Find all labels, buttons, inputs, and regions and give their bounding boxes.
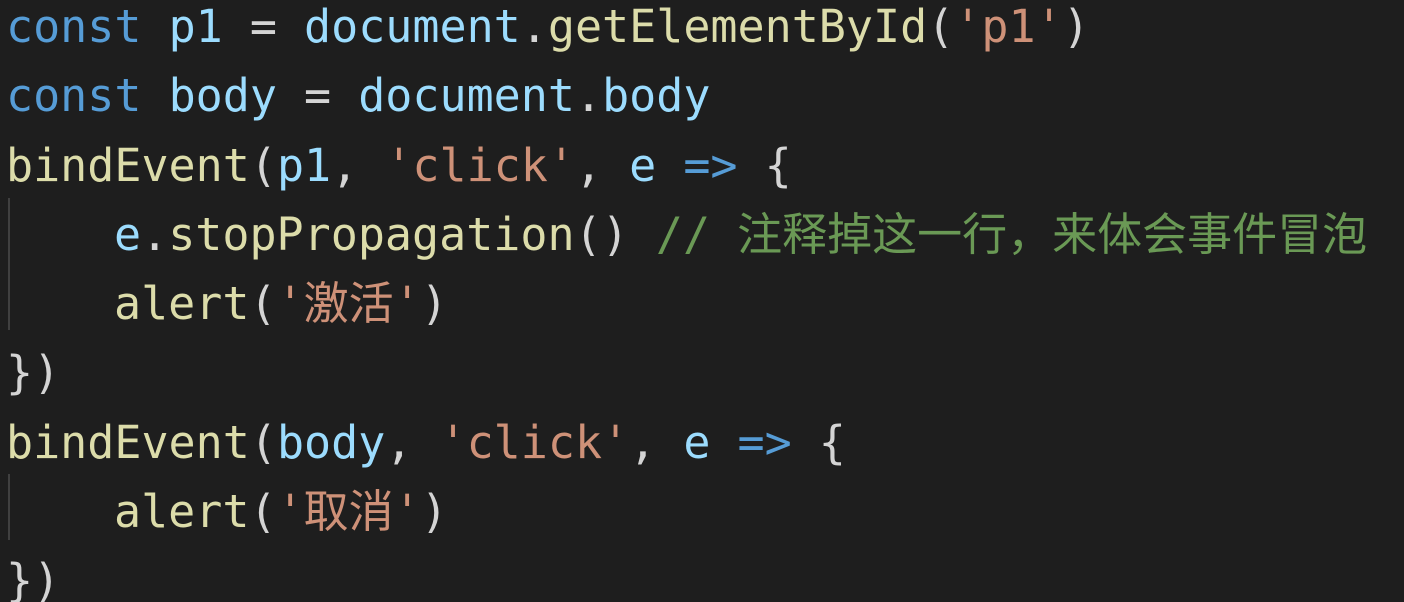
code-line[interactable]: const p1 = document.getElementById('p1') (6, 0, 1367, 61)
code-line[interactable]: const body = document.body (6, 61, 1367, 130)
code-token-var: body (276, 415, 386, 469)
code-token-punc: ( (927, 0, 955, 53)
code-token-str: '取消' (276, 485, 421, 539)
code-token-punc: ( (249, 485, 277, 539)
code-token-var: document (304, 0, 521, 53)
code-token-fn: alert (114, 485, 250, 539)
code-token-punc: . (574, 69, 603, 123)
code-token-fn: bindEvent (6, 138, 250, 192)
code-token-fn: getElementById (547, 0, 928, 53)
code-token-punc: , (629, 415, 684, 469)
code-token-punc: { (737, 138, 792, 192)
code-token-punc: ( (249, 138, 277, 192)
code-token-var: p1 (276, 138, 332, 192)
code-token-fn: alert (114, 277, 250, 331)
code-token-param: e (683, 415, 711, 469)
code-token-punc: , (385, 415, 440, 469)
code-token-punc (656, 139, 683, 192)
code-token-kw: => (683, 138, 738, 192)
code-token-punc: () (574, 207, 656, 261)
code-token-punc: { (791, 415, 846, 469)
code-token-punc: ) (420, 277, 448, 331)
code-line[interactable]: alert('取消') (6, 477, 1367, 546)
code-token-kw: => (737, 415, 792, 469)
code-token-var: body (602, 69, 711, 123)
code-token-punc (710, 416, 737, 469)
code-token-str: 'click' (385, 138, 575, 192)
code-token-fn: stopPropagation (168, 207, 575, 261)
code-token-punc: ) (420, 485, 448, 539)
code-token-punc (141, 0, 168, 53)
code-line[interactable]: bindEvent(p1, 'click', e => { (6, 131, 1367, 200)
code-token-param: e (629, 138, 657, 192)
code-token-fn: bindEvent (6, 415, 250, 469)
code-token-var: p1 (168, 0, 223, 53)
code-token-kw: const (6, 0, 142, 53)
code-token-punc: = (276, 69, 359, 123)
code-line[interactable]: e.stopPropagation() // 注释掉这一行，来体会事件冒泡 (6, 200, 1367, 269)
code-token-str: 'p1' (954, 0, 1063, 53)
code-line[interactable]: }) (6, 338, 1367, 407)
code-token-comment: // 注释掉这一行，来体会事件冒泡 (655, 207, 1368, 261)
code-token-punc: , (331, 138, 386, 192)
code-line[interactable]: alert('激活') (6, 269, 1367, 338)
code-token-punc: = (222, 0, 305, 53)
code-token-punc (141, 69, 168, 122)
code-editor[interactable]: const p1 = document.getElementById('p1')… (0, 0, 1404, 602)
code-token-str: 'click' (439, 415, 630, 469)
code-token-punc: . (141, 207, 169, 261)
code-token-punc: ) (1062, 0, 1090, 53)
code-content[interactable]: const p1 = document.getElementById('p1')… (6, 0, 1367, 602)
code-line[interactable]: }) (6, 546, 1367, 602)
code-token-param: e (114, 207, 142, 261)
code-token-punc: }) (6, 346, 61, 400)
code-token-punc: ( (249, 277, 277, 331)
code-line[interactable]: bindEvent(body, 'click', e => { (6, 408, 1367, 477)
code-token-var: document (358, 69, 575, 123)
code-token-punc: }) (6, 554, 61, 602)
code-token-punc: ( (249, 415, 277, 469)
code-token-var: body (168, 69, 277, 123)
code-token-str: '激活' (276, 277, 421, 331)
code-token-punc: , (574, 138, 630, 192)
code-token-punc: . (520, 0, 548, 53)
code-token-kw: const (6, 69, 142, 123)
